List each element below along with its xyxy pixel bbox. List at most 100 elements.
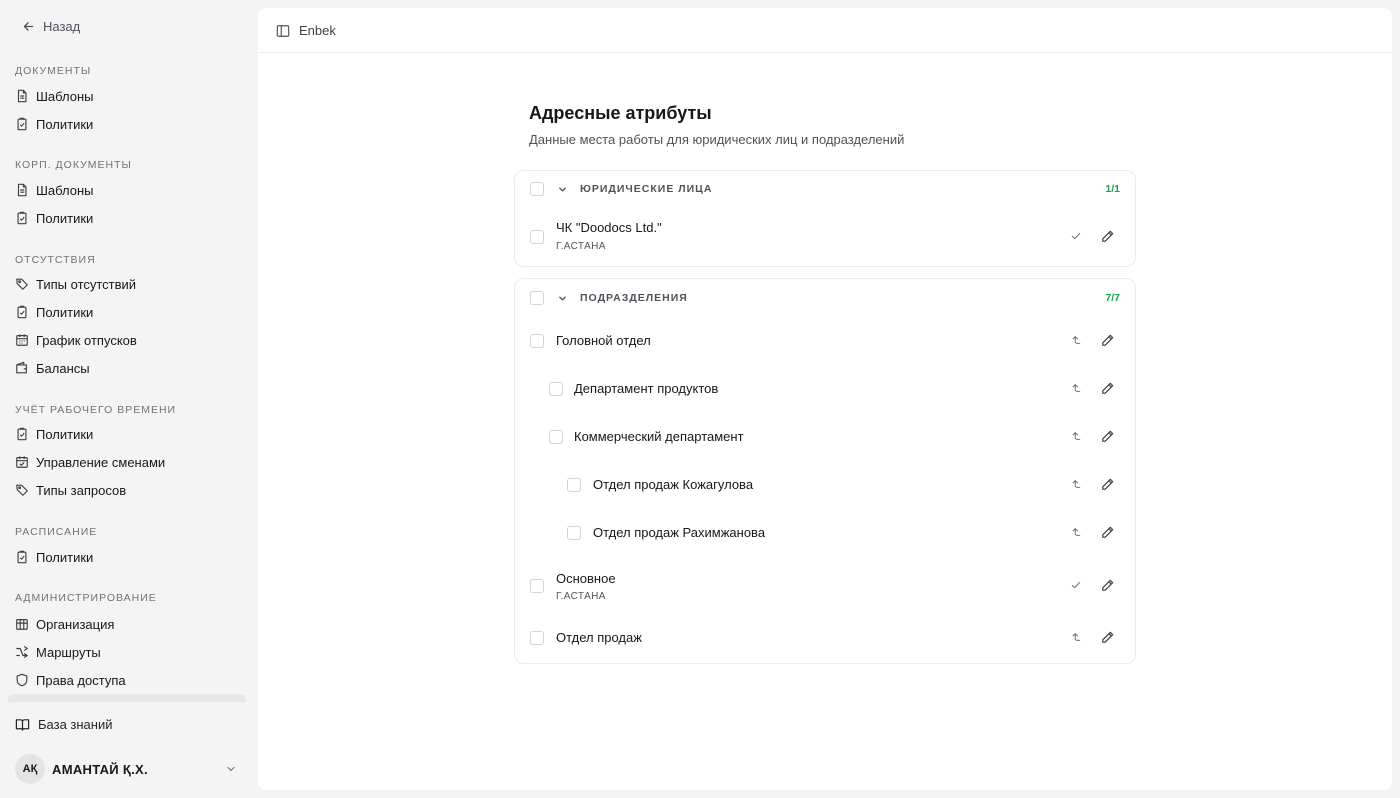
section-title: Учёт рабочего времени bbox=[15, 404, 177, 416]
row-checkbox[interactable] bbox=[549, 382, 563, 396]
corner-up-icon[interactable] bbox=[1070, 382, 1082, 394]
sidebar-item-label: Шаблоны bbox=[36, 182, 94, 198]
sidebar-item-templates[interactable]: Шаблоны bbox=[8, 83, 246, 109]
sidebar-item-active-highlight bbox=[8, 694, 246, 702]
sidebar-item-organization[interactable]: Организация bbox=[8, 611, 246, 637]
shield-icon bbox=[15, 673, 29, 687]
row-checkbox[interactable] bbox=[530, 334, 544, 348]
table-row[interactable]: Отдел продаж bbox=[515, 615, 1135, 663]
sidebar-item-label: Маршруты bbox=[36, 644, 101, 660]
row-name: ЧК "Doodocs Ltd." bbox=[556, 220, 662, 235]
select-all-departments-checkbox[interactable] bbox=[530, 291, 544, 305]
sidebar-item-absence-policies[interactable]: Политики bbox=[8, 299, 246, 325]
sidebar-item-absence-types[interactable]: Типы отсутствий bbox=[8, 271, 246, 297]
sidebar-item-label: Балансы bbox=[36, 360, 90, 376]
sidebar-item-policies[interactable]: Политики bbox=[8, 111, 246, 137]
edit-pencil-icon[interactable] bbox=[1100, 429, 1115, 444]
table-row[interactable]: Отдел продаж Рахимжанова bbox=[515, 509, 1135, 557]
edit-pencil-icon[interactable] bbox=[1100, 525, 1115, 540]
sidebar-item-label: Политики bbox=[36, 549, 94, 565]
tag-icon bbox=[15, 277, 29, 291]
corner-up-icon[interactable] bbox=[1070, 430, 1082, 442]
table-row[interactable]: Основное Г.АСТАНА bbox=[515, 559, 1135, 611]
departments-count: 7/7 bbox=[1105, 292, 1120, 304]
breadcrumb[interactable]: Enbek bbox=[299, 23, 336, 38]
sidebar-item-label: Политики bbox=[36, 116, 94, 132]
sidebar-item-access-rights[interactable]: Права доступа bbox=[8, 667, 246, 693]
back-label: Назад bbox=[43, 18, 81, 34]
row-checkbox[interactable] bbox=[567, 526, 581, 540]
chevron-down-icon[interactable] bbox=[557, 293, 568, 304]
corner-up-icon[interactable] bbox=[1070, 334, 1082, 346]
row-checkbox[interactable] bbox=[567, 478, 581, 492]
sidebar-item-routes[interactable]: Маршруты bbox=[8, 639, 246, 665]
edit-pencil-icon[interactable] bbox=[1100, 630, 1115, 645]
sidebar-item-vacation-schedule[interactable]: График отпусков bbox=[8, 327, 246, 353]
sidebar-item-label: Права доступа bbox=[36, 672, 126, 688]
chevron-down-icon[interactable] bbox=[557, 184, 568, 195]
tag-icon bbox=[15, 483, 29, 497]
corner-up-icon[interactable] bbox=[1070, 478, 1082, 490]
user-menu[interactable]: АҚ АМАНТАЙ Қ.Х. bbox=[15, 754, 245, 784]
check-icon[interactable] bbox=[1070, 579, 1082, 591]
table-row[interactable]: Головной отдел bbox=[515, 317, 1135, 365]
calendar-check-icon bbox=[15, 455, 29, 469]
knowledge-base-label: База знаний bbox=[38, 716, 113, 732]
legal-entities-header: Юридические лица 1/1 bbox=[515, 171, 1135, 207]
calendar-icon bbox=[15, 333, 29, 347]
departments-card: Подразделения 7/7 Головной отдел Департа… bbox=[514, 278, 1136, 664]
knowledge-base-link[interactable]: База знаний bbox=[15, 714, 113, 734]
row-name: Отдел продаж Кожагулова bbox=[593, 477, 754, 492]
topbar: Enbek bbox=[258, 8, 1392, 53]
sidebar-item-request-types[interactable]: Типы запросов bbox=[8, 477, 246, 503]
clipboard-check-icon bbox=[15, 550, 29, 564]
departments-label: Подразделения bbox=[580, 292, 688, 304]
user-name: АМАНТАЙ Қ.Х. bbox=[52, 761, 148, 777]
clipboard-check-icon bbox=[15, 211, 29, 225]
edit-pencil-icon[interactable] bbox=[1100, 333, 1115, 348]
edit-pencil-icon[interactable] bbox=[1100, 229, 1115, 244]
table-row[interactable]: Коммерческий департамент bbox=[515, 413, 1135, 461]
sidebar-footer: База знаний АҚ АМАНТАЙ Қ.Х. bbox=[0, 702, 254, 798]
sidebar-item-balances[interactable]: Балансы bbox=[8, 355, 246, 381]
row-checkbox[interactable] bbox=[530, 631, 544, 645]
avatar: АҚ bbox=[15, 754, 45, 784]
row-checkbox[interactable] bbox=[530, 230, 544, 244]
sidebar-item-time-policies[interactable]: Политики bbox=[8, 421, 246, 447]
sidebar-item-label: Типы отсутствий bbox=[36, 276, 137, 292]
section-title: Корп. документы bbox=[15, 159, 132, 171]
sidebar-item-schedule-policies[interactable]: Политики bbox=[8, 544, 246, 570]
back-button[interactable]: Назад bbox=[22, 17, 80, 35]
sidebar-item-shift-management[interactable]: Управление сменами bbox=[8, 449, 246, 475]
corner-up-icon[interactable] bbox=[1070, 631, 1082, 643]
table-row[interactable]: ЧК "Doodocs Ltd." Г.АСТАНА bbox=[515, 211, 1135, 259]
edit-pencil-icon[interactable] bbox=[1100, 477, 1115, 492]
row-name: Коммерческий департамент bbox=[574, 429, 744, 444]
departments-header: Подразделения 7/7 bbox=[515, 279, 1135, 315]
section-title: Администрирование bbox=[15, 592, 157, 604]
building-icon bbox=[15, 617, 29, 631]
row-checkbox[interactable] bbox=[530, 579, 544, 593]
legal-entities-card: Юридические лица 1/1 ЧК "Doodocs Ltd." Г… bbox=[514, 170, 1136, 267]
sidebar-toggle-icon[interactable] bbox=[276, 24, 290, 38]
sidebar-item-label: Шаблоны bbox=[36, 88, 94, 104]
sidebar-item-label: Управление сменами bbox=[36, 454, 166, 470]
chevron-down-icon bbox=[225, 763, 237, 775]
row-name: Отдел продаж bbox=[556, 630, 642, 645]
sidebar-item-corp-policies[interactable]: Политики bbox=[8, 205, 246, 231]
select-all-legal-checkbox[interactable] bbox=[530, 182, 544, 196]
sidebar-nav[interactable]: Документы Шаблоны Политики Корп. докумен… bbox=[0, 56, 254, 702]
row-address: Г.АСТАНА bbox=[556, 591, 606, 602]
wallet-icon bbox=[15, 361, 29, 375]
table-row[interactable]: Департамент продуктов bbox=[515, 365, 1135, 413]
edit-pencil-icon[interactable] bbox=[1100, 578, 1115, 593]
sidebar-item-label: Политики bbox=[36, 210, 94, 226]
corner-up-icon[interactable] bbox=[1070, 526, 1082, 538]
table-row[interactable]: Отдел продаж Кожагулова bbox=[515, 461, 1135, 509]
sidebar-item-corp-templates[interactable]: Шаблоны bbox=[8, 177, 246, 203]
legal-entities-label: Юридические лица bbox=[580, 183, 713, 195]
route-icon bbox=[15, 645, 29, 659]
edit-pencil-icon[interactable] bbox=[1100, 381, 1115, 396]
check-icon[interactable] bbox=[1070, 230, 1082, 242]
row-checkbox[interactable] bbox=[549, 430, 563, 444]
